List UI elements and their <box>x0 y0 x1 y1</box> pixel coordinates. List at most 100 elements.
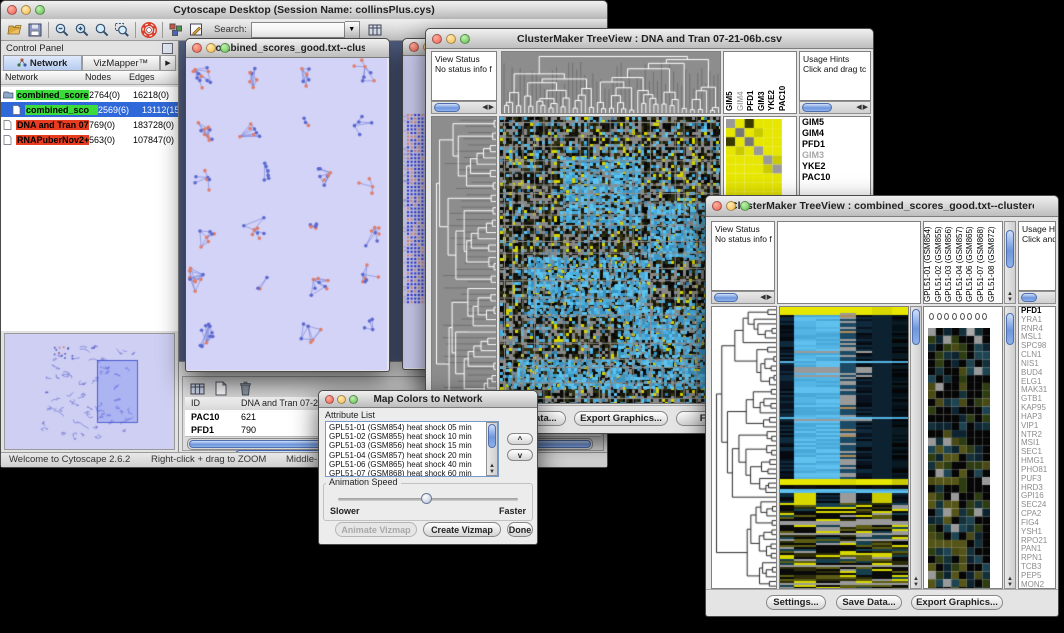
row-dendrogram-canvas[interactable] <box>432 117 496 403</box>
scrollbar-thumb[interactable] <box>488 424 496 448</box>
treeview-action-button[interactable]: Export Graphics... <box>911 595 1003 610</box>
slider-thumb[interactable] <box>421 493 432 504</box>
gene-label: HRD3 <box>1019 484 1055 493</box>
tab-overflow-arrow[interactable]: ▶ <box>160 55 176 71</box>
scrollbar-thumb[interactable] <box>714 293 738 302</box>
zoom-button[interactable] <box>460 34 470 44</box>
horizontal-scrollbar[interactable] <box>1018 291 1056 304</box>
network-list-row[interactable]: combined_scores2764(0)16218(0) <box>1 87 178 102</box>
global-heatmap-canvas[interactable] <box>500 117 720 403</box>
network-titlebar[interactable]: combined_scores_good.txt--cluste... <box>186 39 389 58</box>
dialog-button[interactable]: Create Vizmap <box>423 522 501 537</box>
search-dropdown-arrow[interactable]: ▼ <box>345 21 360 39</box>
usage-hints-panel: Usage Hints Click and drag tc <box>799 51 871 101</box>
status-welcome: Welcome to Cytoscape 2.6.2 <box>9 454 130 465</box>
zoom-button[interactable] <box>740 201 750 211</box>
zoom-heatmap-canvas[interactable] <box>928 328 990 589</box>
close-button[interactable] <box>432 34 442 44</box>
view-status-text: No status info f <box>715 234 772 244</box>
network-canvas[interactable] <box>186 58 387 370</box>
column-dendrogram-canvas[interactable] <box>502 52 720 113</box>
zoom-fit-icon[interactable] <box>92 20 112 39</box>
trash-icon[interactable] <box>235 379 255 398</box>
zoom-button[interactable] <box>220 43 230 53</box>
scrollbar-thumb[interactable] <box>434 103 460 112</box>
move-up-button[interactable]: ^ <box>507 433 533 445</box>
network-list: combined_scores2764(0)16218(0)combined_s… <box>1 87 178 331</box>
zoom-in-icon[interactable] <box>72 20 92 39</box>
treeview-action-button[interactable]: Export Graphics... <box>574 411 668 426</box>
treeview-action-button[interactable]: Save Data... <box>836 595 902 610</box>
minimize-button[interactable] <box>21 5 31 15</box>
close-button[interactable] <box>192 43 202 53</box>
zoom-region-icon[interactable] <box>112 20 132 39</box>
minimize-button[interactable] <box>446 34 456 44</box>
minimize-button[interactable] <box>337 395 346 404</box>
annotation-icon[interactable] <box>186 20 206 39</box>
float-panel-icon[interactable] <box>162 43 173 54</box>
scrollbar-thumb[interactable] <box>1006 230 1014 268</box>
vizmap-icon[interactable] <box>166 20 186 39</box>
animation-speed-slider[interactable] <box>338 498 518 501</box>
scrollbar-thumb[interactable] <box>1021 293 1037 302</box>
new-page-icon[interactable] <box>211 379 231 398</box>
scrollbar-thumb[interactable] <box>802 103 832 112</box>
tab-vizmapper[interactable]: VizMapper™ <box>82 55 161 71</box>
attribute-table-icon[interactable] <box>187 379 207 398</box>
save-icon[interactable] <box>25 20 45 39</box>
close-button[interactable] <box>712 201 722 211</box>
zoom-button[interactable] <box>349 395 358 404</box>
move-down-button[interactable]: v <box>507 449 533 461</box>
main-titlebar[interactable]: Cytoscape Desktop (Session Name: collins… <box>1 1 607 20</box>
minimize-button[interactable] <box>206 43 216 53</box>
search-input[interactable] <box>251 22 345 38</box>
treeview1-titlebar[interactable]: ClusterMaker TreeView : DNA and Tran 07-… <box>426 29 873 49</box>
help-lifebuoy-icon[interactable] <box>139 20 159 39</box>
column-dendrogram-panel[interactable] <box>777 221 921 304</box>
network-edges-count: 13112(15) <box>142 105 178 115</box>
attribute-list-item[interactable]: GPL51-02 (GSM855) heat shock 10 min <box>326 432 486 441</box>
tab-network[interactable]: Network <box>3 55 82 71</box>
attribute-list-item[interactable]: GPL51-06 (GSM865) heat shock 40 min <box>326 460 486 469</box>
column-label: PFD1 <box>746 91 755 111</box>
control-panel-tabs: Network VizMapper™ ▶ <box>1 55 178 71</box>
vertical-scrollbar[interactable]: ▲▼ <box>1004 306 1016 589</box>
minimize-button[interactable] <box>726 201 736 211</box>
network-overview-canvas[interactable] <box>5 334 173 447</box>
attribute-list-item[interactable]: GPL51-04 (GSM857) heat shock 20 min <box>326 451 486 460</box>
dialog-titlebar[interactable]: Map Colors to Network <box>319 391 537 408</box>
column-marker <box>975 313 980 320</box>
network-list-row[interactable]: RNAPuberNov2+563(0)107847(0) <box>1 132 178 147</box>
global-heatmap-canvas[interactable] <box>780 307 908 588</box>
view-status-panel: View Status No status info f <box>711 221 775 291</box>
scrollbar-thumb[interactable] <box>1006 313 1014 345</box>
network-list-row[interactable]: combined_sco2569(6)13112(15) <box>1 102 178 117</box>
horizontal-scrollbar[interactable]: ◀▶ <box>711 291 775 304</box>
attribute-list-item[interactable]: GPL51-01 (GSM854) heat shock 05 min <box>326 423 486 432</box>
network-edges-count: 107847(0) <box>133 135 178 145</box>
close-button[interactable] <box>325 395 334 404</box>
dialog-button[interactable]: Done <box>507 522 533 537</box>
dialog-button[interactable]: Animate Vizmap <box>335 522 417 537</box>
vertical-scrollbar[interactable]: ▲▼ <box>1004 221 1016 304</box>
gene-label: SEC1 <box>1019 448 1055 457</box>
horizontal-scrollbar[interactable]: ◀▶ <box>799 101 871 114</box>
vertical-scrollbar[interactable]: ▲▼ <box>910 306 922 589</box>
horizontal-scrollbar[interactable]: ◀▶ <box>431 101 497 114</box>
attribute-list-item[interactable]: GPL51-07 (GSM868) heat shock 60 min <box>326 469 486 477</box>
zoom-heatmap-canvas[interactable] <box>726 119 782 201</box>
attribute-list-item[interactable]: GPL51-03 (GSM856) heat shock 15 min <box>326 441 486 450</box>
treeview2-titlebar[interactable]: ClusterMaker TreeView : combined_scores_… <box>706 196 1058 217</box>
import-table-icon[interactable] <box>365 20 385 39</box>
vertical-scrollbar[interactable]: ▲▼ <box>486 422 498 476</box>
network-list-row[interactable]: DNA and Tran 07769(0)183728(0) <box>1 117 178 132</box>
network-table-header[interactable]: Network Nodes Edges <box>1 71 178 85</box>
open-folder-icon[interactable] <box>5 20 25 39</box>
close-button[interactable] <box>7 5 17 15</box>
zoom-out-icon[interactable] <box>52 20 72 39</box>
zoom-button[interactable] <box>35 5 45 15</box>
close-button[interactable] <box>409 42 419 52</box>
treeview-action-button[interactable]: Settings... <box>766 595 826 610</box>
scrollbar-thumb[interactable] <box>912 309 920 345</box>
row-dendrogram-canvas[interactable] <box>712 307 776 588</box>
